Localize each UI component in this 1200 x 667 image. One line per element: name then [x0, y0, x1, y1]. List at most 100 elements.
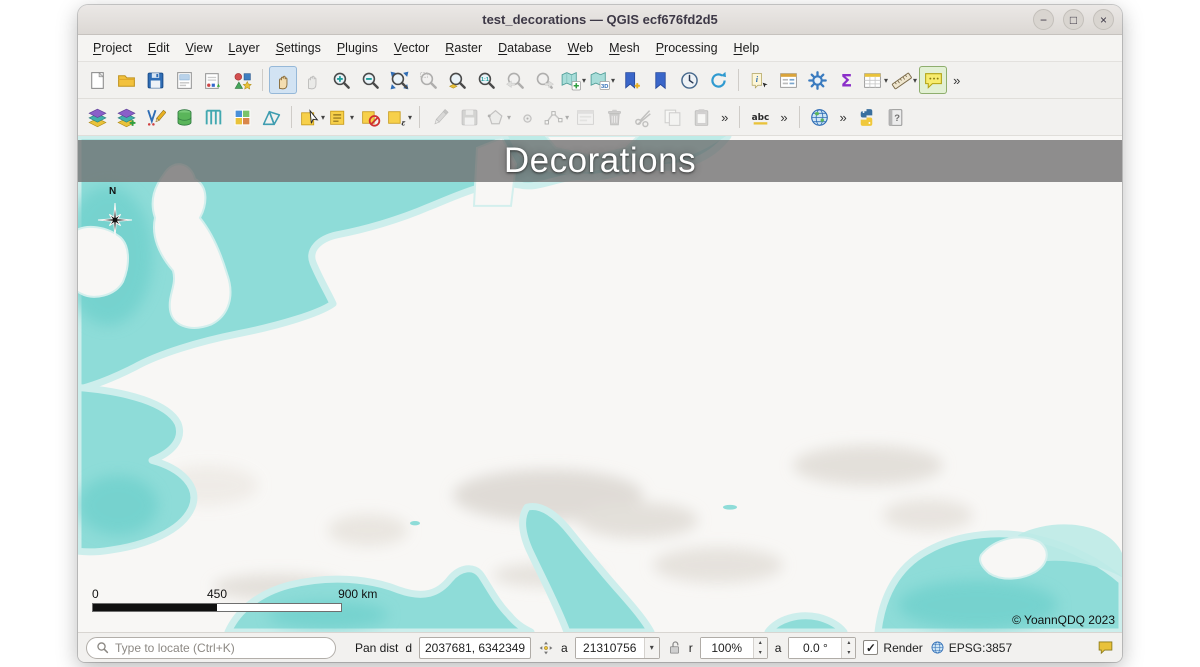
maximize-button[interactable]: □ — [1063, 9, 1084, 30]
zoom-in-button[interactable] — [327, 66, 355, 94]
dropdown-arrow-icon[interactable]: ▾ — [884, 76, 888, 85]
deselect-all-button[interactable] — [356, 103, 384, 131]
crs-button[interactable]: EPSG:3857 — [930, 640, 1012, 655]
copy-features-button[interactable] — [658, 103, 686, 131]
scale-input[interactable] — [576, 638, 644, 658]
menu-edit[interactable]: Edit — [140, 37, 178, 59]
save-layer-edits-button[interactable] — [455, 103, 483, 131]
new-map-view-button[interactable]: ▾ — [559, 66, 587, 94]
spinner-arrows[interactable]: ▴▾ — [841, 638, 855, 658]
lock-icon[interactable] — [667, 640, 682, 655]
dropdown-arrow-icon[interactable]: ▾ — [582, 76, 586, 85]
show-layout-manager-button[interactable] — [199, 66, 227, 94]
menu-help[interactable]: Help — [726, 37, 768, 59]
new-shapefile-layer-button[interactable] — [141, 103, 169, 131]
new-virtual-layer-button[interactable] — [199, 103, 227, 131]
chevron-down-icon[interactable]: ▾ — [644, 638, 659, 658]
dropdown-arrow-icon[interactable]: ▾ — [507, 113, 511, 122]
add-vector-layer-button[interactable] — [112, 103, 140, 131]
select-features-by-value-button[interactable]: ▾ — [327, 103, 355, 131]
locator-input[interactable] — [115, 641, 326, 655]
close-button[interactable]: × — [1093, 9, 1114, 30]
show-spatial-bookmarks-button[interactable] — [646, 66, 674, 94]
options-button[interactable] — [803, 66, 831, 94]
toolbar-overflow-button[interactable]: » — [716, 110, 733, 125]
dropdown-arrow-icon[interactable]: ▾ — [611, 76, 615, 85]
locator-bar[interactable] — [86, 637, 336, 659]
cut-features-button[interactable] — [629, 103, 657, 131]
refresh-map-button[interactable] — [704, 66, 732, 94]
zoom-out-button[interactable] — [356, 66, 384, 94]
paste-features-button[interactable] — [687, 103, 715, 131]
magnifier-input[interactable] — [701, 638, 753, 658]
new-spatial-bookmark-button[interactable] — [617, 66, 645, 94]
coordinate-input[interactable] — [419, 637, 531, 659]
zoom-to-layer-button[interactable] — [443, 66, 471, 94]
open-project-button[interactable] — [112, 66, 140, 94]
vertex-tool-button[interactable]: ▾ — [542, 103, 570, 131]
menu-web[interactable]: Web — [560, 37, 601, 59]
magnifier-spinner[interactable]: ▴▾ — [700, 637, 768, 659]
pan-to-selection-button[interactable] — [298, 66, 326, 94]
title-bar[interactable]: test_decorations — QGIS ecf676fd2d5 − □ … — [78, 5, 1122, 35]
add-polygon-feature-button[interactable]: ▾ — [484, 103, 512, 131]
modify-attributes-button[interactable] — [571, 103, 599, 131]
menu-mesh[interactable]: Mesh — [601, 37, 648, 59]
add-raster-layer-button[interactable] — [228, 103, 256, 131]
add-record-button[interactable] — [513, 103, 541, 131]
render-toggle[interactable]: ✓ Render — [863, 640, 922, 655]
select-features-by-form-button[interactable] — [774, 66, 802, 94]
new-geopackage-layer-button[interactable] — [170, 103, 198, 131]
spin-down-icon[interactable]: ▾ — [754, 648, 767, 658]
spinner-arrows[interactable]: ▴▾ — [753, 638, 767, 658]
open-attribute-table-button[interactable]: ▾ — [861, 66, 889, 94]
menu-view[interactable]: View — [177, 37, 220, 59]
spin-down-icon[interactable]: ▾ — [842, 648, 855, 658]
menu-processing[interactable]: Processing — [648, 37, 726, 59]
save-project-button[interactable] — [141, 66, 169, 94]
dropdown-arrow-icon[interactable]: ▾ — [913, 76, 917, 85]
rotation-spinner[interactable]: ▴▾ — [788, 637, 856, 659]
temporal-controller-button[interactable] — [675, 66, 703, 94]
render-checkbox[interactable]: ✓ — [863, 640, 878, 655]
dropdown-arrow-icon[interactable]: ▾ — [321, 113, 325, 122]
zoom-full-extent-button[interactable] — [385, 66, 413, 94]
menu-settings[interactable]: Settings — [268, 37, 329, 59]
rotation-input[interactable] — [789, 638, 841, 658]
delete-selected-button[interactable] — [600, 103, 628, 131]
zoom-last-button[interactable] — [501, 66, 529, 94]
zoom-native-resolution-button[interactable]: 1:1 — [472, 66, 500, 94]
metasearch-button[interactable] — [806, 103, 834, 131]
new-print-layout-button[interactable] — [170, 66, 198, 94]
map-canvas[interactable]: Decorations N 0 450 900 km © YoannQDQ 20… — [78, 136, 1122, 632]
add-mesh-layer-button[interactable] — [257, 103, 285, 131]
menu-layer[interactable]: Layer — [220, 37, 267, 59]
scale-combo[interactable]: ▾ — [575, 637, 660, 659]
select-features-button[interactable]: ▾ — [298, 103, 326, 131]
new-3d-map-view-button[interactable]: 3D▾ — [588, 66, 616, 94]
select-by-expression-button[interactable]: ε▾ — [385, 103, 413, 131]
menu-project[interactable]: Project — [85, 37, 140, 59]
toolbar-overflow-button[interactable]: » — [835, 110, 852, 125]
toggle-editing-button[interactable] — [426, 103, 454, 131]
layer-labeling-options-button[interactable]: abc — [746, 103, 774, 131]
open-data-source-manager-button[interactable] — [83, 103, 111, 131]
zoom-to-selection-button[interactable] — [414, 66, 442, 94]
menu-plugins[interactable]: Plugins — [329, 37, 386, 59]
spin-up-icon[interactable]: ▴ — [842, 638, 855, 648]
help-contents-button[interactable]: ? — [882, 103, 910, 131]
show-style-manager-button[interactable] — [228, 66, 256, 94]
zoom-next-button[interactable] — [530, 66, 558, 94]
pan-map-button[interactable] — [269, 66, 297, 94]
toolbar-overflow-button[interactable]: » — [948, 73, 965, 88]
minimize-button[interactable]: − — [1033, 9, 1054, 30]
statistical-summary-button[interactable]: Σ — [832, 66, 860, 94]
new-project-button[interactable] — [83, 66, 111, 94]
menu-database[interactable]: Database — [490, 37, 560, 59]
menu-vector[interactable]: Vector — [386, 37, 437, 59]
python-console-button[interactable] — [853, 103, 881, 131]
identify-features-button[interactable]: i — [745, 66, 773, 94]
messages-icon[interactable] — [1097, 639, 1114, 656]
menu-raster[interactable]: Raster — [437, 37, 490, 59]
extents-icon[interactable] — [538, 640, 554, 656]
